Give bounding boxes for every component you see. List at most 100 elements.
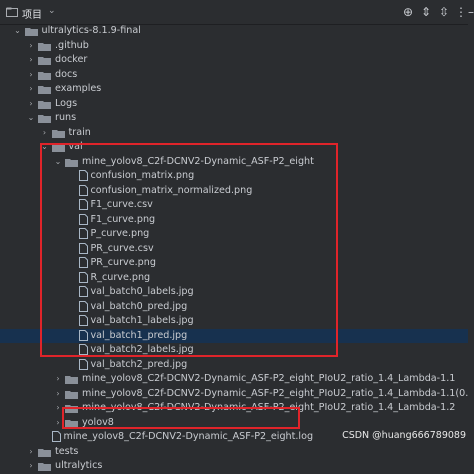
tree-folder-row[interactable]: › mine_yolov8_C2f-DCNV2-Dynamic_ASF-P2_ei… [0, 372, 474, 387]
chevron-right-icon[interactable]: › [26, 82, 36, 97]
tree-file-row[interactable]: val_batch2_labels.jpg [0, 343, 474, 358]
chevron-right-icon[interactable]: › [26, 39, 36, 54]
tree-item-label: mine_yolov8_C2f-DCNV2-Dynamic_ASF-P2_eig… [82, 155, 314, 167]
file-icon [78, 286, 88, 297]
file-icon [78, 242, 88, 254]
chevron-down-icon[interactable]: ⌄ [40, 140, 50, 155]
tree-item-label: mine_yolov8_C2f-DCNV2-Dynamic_ASF-P2_eig… [63, 431, 314, 442]
file-icon [78, 315, 88, 326]
tree-file-row[interactable]: F1_curve.png [0, 213, 474, 228]
tree-item-label: R_curve.png [90, 271, 151, 283]
file-icon [78, 344, 88, 355]
chevron-right-icon[interactable]: › [53, 401, 63, 416]
folder-icon [38, 57, 51, 65]
file-icon [51, 431, 61, 442]
tree-item-label: mine_yolov8_C2f-DCNV2-Dynamic_ASF-P2_eig… [82, 402, 456, 413]
tree-item-label: P_curve.png [90, 228, 150, 239]
file-icon [78, 184, 88, 196]
tree-item-label: val_batch0_pred.jpg [90, 300, 188, 312]
chevron-down-icon[interactable]: ⌄ [48, 6, 56, 16]
tree-folder-row[interactable]: ⌄ runs [0, 111, 474, 126]
tree-file-row[interactable]: confusion_matrix_normalized.png [0, 184, 474, 199]
chevron-right-icon[interactable]: › [53, 372, 63, 387]
tree-folder-row[interactable]: › docker [0, 53, 474, 68]
chevron-right-icon[interactable]: › [53, 387, 63, 402]
chevron-down-icon[interactable]: ⌄ [53, 155, 63, 170]
file-icon [78, 329, 88, 341]
tree-item-label: docker [55, 54, 88, 65]
tree-item-label: .github [55, 39, 89, 51]
chevron-right-icon[interactable]: › [53, 416, 63, 431]
tree-folder-row[interactable]: ⌄ val [0, 140, 474, 155]
tree-folder-row[interactable]: ⌄ mine_yolov8_C2f-DCNV2-Dynamic_ASF-P2_ei… [0, 155, 474, 170]
chevron-right-icon[interactable]: › [26, 68, 36, 83]
tree-file-row[interactable]: PR_curve.png [0, 256, 474, 271]
tree-item-label: examples [55, 83, 102, 94]
tree-folder-row[interactable]: › .github [0, 39, 474, 54]
file-icon [78, 358, 88, 370]
tree-item-label: val_batch2_labels.jpg [90, 344, 194, 355]
tree-folder-row[interactable]: › mine_yolov8_C2f-DCNV2-Dynamic_ASF-P2_ei… [0, 387, 474, 402]
tree-folder-row[interactable]: › mine_yolov8_C2f-DCNV2-Dynamic_ASF-P2_ei… [0, 401, 474, 416]
chevron-down-icon[interactable]: ⌄ [13, 24, 23, 39]
scrollbar[interactable] [468, 24, 474, 447]
folder-icon [65, 390, 78, 399]
tree-folder-row[interactable]: ⌄ ultralytics-8.1.9-final [0, 24, 474, 39]
folder-icon [38, 448, 51, 457]
folder-icon [51, 129, 65, 138]
folder-icon [38, 463, 51, 471]
chevron-right-icon[interactable]: › [40, 126, 50, 141]
folder-icon [38, 115, 51, 123]
more-icon[interactable]: ⋮ [453, 4, 469, 20]
file-icon [78, 257, 88, 268]
chevron-right-icon[interactable]: › [26, 459, 36, 474]
tree-file-row[interactable]: val_batch2_pred.jpg [0, 358, 474, 373]
tree-item-label: train [68, 126, 91, 138]
tree-folder-row[interactable]: › train [0, 126, 474, 141]
tree-file-row[interactable]: F1_curve.csv [0, 198, 474, 213]
tree-item-label: confusion_matrix.png [90, 170, 195, 181]
tree-file-row[interactable]: PR_curve.csv [0, 242, 474, 257]
folder-icon [65, 419, 78, 428]
tree-item-label: PR_curve.csv [90, 242, 154, 254]
tree-folder-row[interactable]: › yolov8 [0, 416, 474, 431]
tree-item-label: val_batch1_pred.jpg [90, 329, 188, 341]
file-icon [78, 300, 88, 312]
file-icon [78, 228, 88, 239]
expand-all-icon[interactable]: ⇕ [418, 4, 434, 20]
tree-item-label: Logs [55, 97, 78, 109]
tree-folder-row[interactable]: › examples [0, 82, 474, 97]
folder-icon [38, 86, 51, 94]
folder-icon [24, 28, 38, 36]
tree-item-label: mine_yolov8_C2f-DCNV2-Dynamic_ASF-P2_eig… [82, 387, 474, 399]
target-icon[interactable]: ⊕ [400, 4, 416, 20]
tree-file-row[interactable]: val_batch0_pred.jpg [0, 300, 474, 315]
tree-item-label: val [68, 141, 83, 152]
tree-file-row[interactable]: P_curve.png [0, 227, 474, 242]
collapse-all-icon[interactable]: ⇳ [436, 4, 452, 20]
file-icon [78, 199, 88, 210]
file-icon [78, 170, 88, 181]
tree-item-label: val_batch2_pred.jpg [90, 358, 188, 370]
tree-item-label: runs [55, 112, 77, 123]
folder-icon [38, 42, 51, 51]
tree-file-row[interactable]: val_batch0_labels.jpg [0, 285, 474, 300]
tree-file-row[interactable]: val_batch1_labels.jpg [0, 314, 474, 329]
tree-item-label: F1_curve.png [90, 213, 156, 225]
chevron-right-icon[interactable]: › [26, 97, 36, 112]
chevron-right-icon[interactable]: › [26, 53, 36, 68]
tree-item-label: ultralytics [55, 460, 103, 471]
tree-item-label: val_batch0_labels.jpg [90, 286, 194, 297]
tree-folder-row[interactable]: › docs [0, 68, 474, 83]
panel-title[interactable]: 项目 [22, 6, 42, 21]
tree-file-row[interactable]: confusion_matrix.png [0, 169, 474, 184]
tree-item-label: val_batch1_labels.jpg [90, 315, 194, 326]
chevron-down-icon[interactable]: ⌄ [26, 111, 36, 126]
folder-icon [65, 376, 78, 384]
tree-file-row[interactable]: R_curve.png [0, 271, 474, 286]
hide-icon[interactable]: – [468, 4, 474, 20]
tree-folder-row[interactable]: › ultralytics [0, 459, 474, 474]
tree-file-row[interactable]: val_batch1_pred.jpg [0, 328, 474, 343]
tree-folder-row[interactable]: › Logs [0, 97, 474, 112]
tree-item-label: PR_curve.png [90, 257, 156, 268]
